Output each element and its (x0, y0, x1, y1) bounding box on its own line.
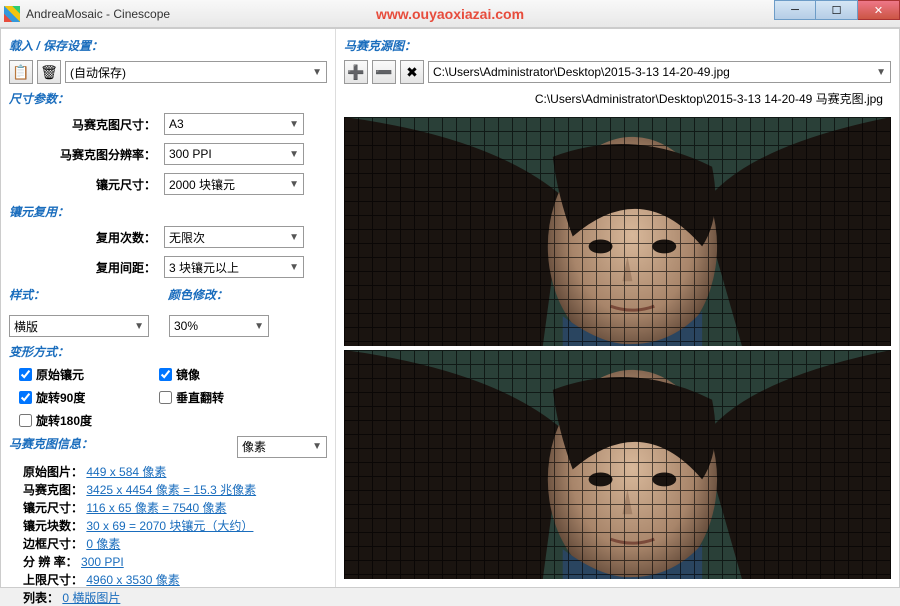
flip-v-label: 垂直翻转 (176, 389, 224, 406)
clear-source-button[interactable]: ✖ (400, 60, 424, 84)
orig-image-value[interactable]: 449 x 584 像素 (86, 465, 166, 479)
mosaic-size-label: 马赛克图尺寸： (9, 116, 164, 133)
settings-profile-dropdown[interactable]: (自动保存) ▼ (65, 61, 327, 83)
chevron-down-icon: ▼ (254, 321, 264, 332)
save-settings-button[interactable]: 📋 (9, 60, 33, 84)
rotate90-label: 旋转90度 (36, 389, 85, 406)
mosaic-dim-label: 马赛克图： (23, 483, 83, 497)
window-minimize-button[interactable]: ─ (774, 0, 816, 20)
transform-header: 变形方式： (9, 343, 327, 360)
chevron-down-icon: ▼ (289, 179, 299, 190)
delete-settings-button[interactable]: 🗑 (37, 60, 61, 84)
tile-size-dropdown[interactable]: 2000 块镶元▼ (164, 173, 304, 195)
remove-source-button[interactable]: ➖ (372, 60, 396, 84)
load-save-header: 载入 / 保存设置： (9, 37, 327, 54)
watermark: www.ouyaoxiazai.com (376, 6, 524, 22)
tile-dim-value[interactable]: 116 x 65 像素 = 7540 像素 (86, 501, 226, 515)
window-title: AndreaMosaic - Cinescope (26, 7, 170, 21)
orig-image-label: 原始图片： (23, 465, 83, 479)
chevron-down-icon: ▼ (289, 119, 299, 130)
res-value[interactable]: 300 PPI (81, 555, 124, 569)
color-mod-dropdown[interactable]: 30%▼ (169, 315, 269, 337)
chevron-down-icon: ▼ (289, 232, 299, 243)
source-path-dropdown[interactable]: C:\Users\Administrator\Desktop\2015-3-13… (428, 61, 891, 83)
original-tile-checkbox[interactable] (19, 368, 32, 381)
mosaic-dim-value[interactable]: 3425 x 4454 像素 = 15.3 兆像素 (86, 483, 256, 497)
mosaic-info-header: 马赛克图信息： (9, 435, 93, 452)
tile-count-value[interactable]: 30 x 69 = 2070 块镶元（大约） (86, 519, 253, 533)
list-value[interactable]: 0 横版图片 (62, 591, 120, 605)
rotate180-checkbox[interactable] (19, 414, 32, 427)
mosaic-size-dropdown[interactable]: A3▼ (164, 113, 304, 135)
rotate90-checkbox[interactable] (19, 391, 32, 404)
preview-image-bottom (344, 350, 891, 579)
chevron-down-icon: ▼ (876, 67, 886, 78)
preview-image-top (344, 117, 891, 346)
chevron-down-icon: ▼ (312, 67, 322, 78)
mirror-checkbox[interactable] (159, 368, 172, 381)
size-params-header: 尺寸参数： (9, 90, 327, 107)
mosaic-grid-overlay (344, 117, 891, 346)
source-header: 马赛克源图： (344, 37, 891, 54)
chevron-down-icon: ▼ (312, 441, 322, 452)
mosaic-res-dropdown[interactable]: 300 PPI▼ (164, 143, 304, 165)
chevron-down-icon: ▼ (134, 321, 144, 332)
tile-count-label: 镶元块数： (23, 519, 83, 533)
add-source-button[interactable]: ➕ (344, 60, 368, 84)
limit-label: 上限尺寸： (23, 573, 83, 587)
list-label: 列表： (23, 591, 59, 605)
border-label: 边框尺寸： (23, 537, 83, 551)
chevron-down-icon: ▼ (289, 262, 299, 273)
unit-dropdown[interactable]: 像素▼ (237, 436, 327, 458)
mirror-label: 镜像 (176, 366, 200, 383)
style-dropdown[interactable]: 横版▼ (9, 315, 149, 337)
reuse-spacing-dropdown[interactable]: 3 块镶元以上▼ (164, 256, 304, 278)
tile-reuse-header: 镶元复用： (9, 203, 327, 220)
window-close-button[interactable]: ✕ (858, 0, 900, 20)
reuse-count-dropdown[interactable]: 无限次▼ (164, 226, 304, 248)
original-tile-label: 原始镶元 (36, 366, 84, 383)
mosaic-res-label: 马赛克图分辨率： (9, 146, 164, 163)
limit-value[interactable]: 4960 x 3530 像素 (86, 573, 179, 587)
style-header: 样式： (9, 286, 168, 303)
reuse-spacing-label: 复用间距： (9, 259, 164, 276)
chevron-down-icon: ▼ (289, 149, 299, 160)
window-maximize-button[interactable]: ☐ (816, 0, 858, 20)
output-path-label: C:\Users\Administrator\Desktop\2015-3-13… (344, 90, 891, 107)
res-label: 分 辨 率： (23, 555, 78, 569)
rotate180-label: 旋转180度 (36, 412, 92, 429)
mosaic-grid-overlay (344, 350, 891, 579)
reuse-count-label: 复用次数： (9, 229, 164, 246)
border-value[interactable]: 0 像素 (86, 537, 120, 551)
app-icon (4, 6, 20, 22)
settings-profile-value: (自动保存) (70, 64, 126, 81)
tile-size-label: 镶元尺寸： (9, 176, 164, 193)
tile-dim-label: 镶元尺寸： (23, 501, 83, 515)
source-path-value: C:\Users\Administrator\Desktop\2015-3-13… (433, 65, 730, 79)
color-mod-header: 颜色修改： (168, 286, 327, 303)
flip-v-checkbox[interactable] (159, 391, 172, 404)
